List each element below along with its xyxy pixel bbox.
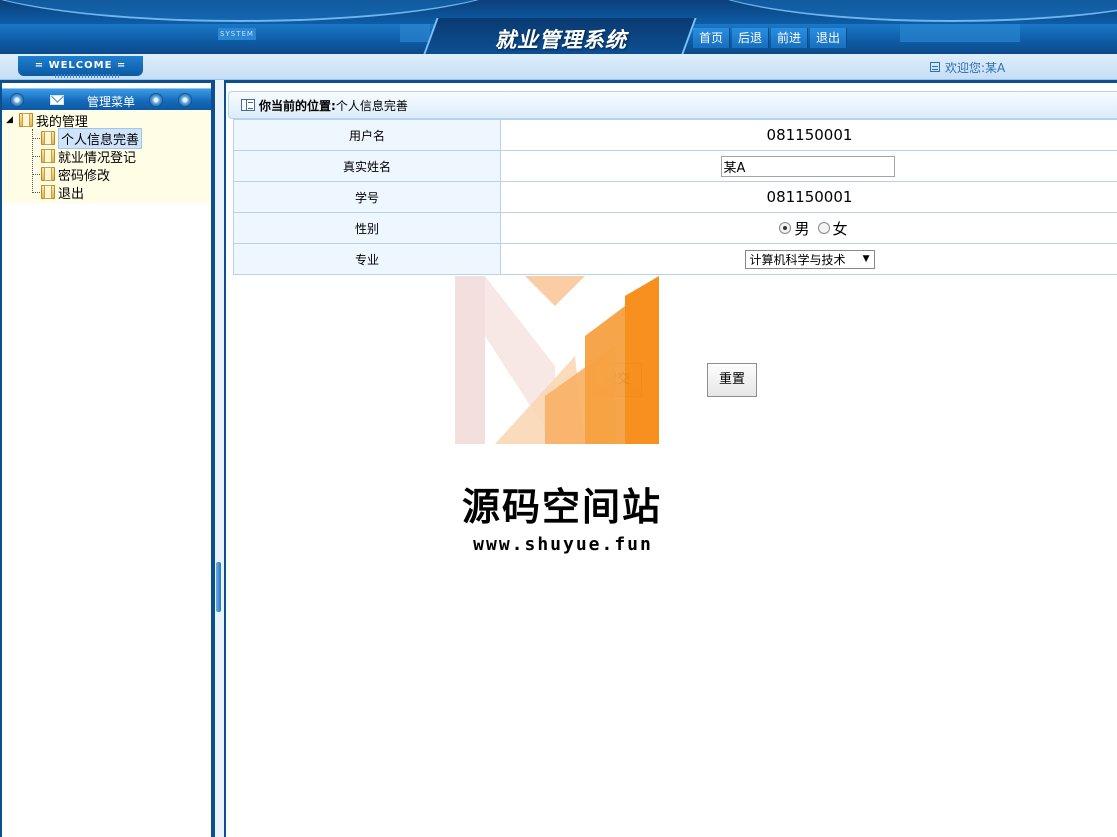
- realname-input[interactable]: [720, 155, 895, 177]
- menu-tree: ◢ 我的管理 个人信息完善 就业情况登记 密码修改 退出: [2, 111, 211, 203]
- gender-radio-group: 男 女: [771, 218, 848, 239]
- nav-forward-link[interactable]: 前进: [771, 28, 809, 48]
- knob-icon: [10, 93, 24, 107]
- sidebar-item-logout[interactable]: 退出: [41, 183, 85, 202]
- header-decoration: [400, 24, 430, 42]
- user-card-icon: [930, 62, 940, 72]
- knob-icon: [149, 93, 163, 107]
- folder-icon: [41, 131, 55, 145]
- field-label: 真实姓名: [233, 150, 501, 182]
- header-decoration: [690, 0, 1117, 22]
- username-value: 081150001: [500, 119, 1117, 151]
- nav-logout-link[interactable]: 退出: [810, 28, 848, 48]
- header-decoration: [900, 24, 1020, 42]
- reset-button[interactable]: 重置: [707, 363, 757, 397]
- nav-home-link[interactable]: 首页: [693, 28, 731, 48]
- sidebar-title: 管理菜单: [87, 95, 136, 109]
- knob-icon: [178, 93, 192, 107]
- app-title: 就业管理系统: [495, 28, 627, 52]
- gender-cell: 男 女: [500, 212, 1117, 244]
- sidebar-item-password[interactable]: 密码修改: [41, 165, 111, 184]
- sidebar-item-label: 密码修改: [58, 168, 111, 184]
- user-greeting: 欢迎您:某A: [930, 59, 1005, 75]
- field-label: 用户名: [233, 119, 501, 151]
- field-label: 性别: [233, 212, 501, 244]
- mail-icon: [50, 95, 64, 105]
- field-label: 专业: [233, 243, 501, 275]
- breadcrumb: 你当前的位置: 个人信息完善: [228, 91, 1117, 119]
- gender-male-label: 男: [794, 219, 810, 238]
- table-row: 真实姓名: [233, 150, 1117, 182]
- major-cell: 计算机科学与技术 ▼: [500, 243, 1117, 275]
- splitter-handle[interactable]: [216, 562, 221, 612]
- nav-back-link[interactable]: 后退: [732, 28, 770, 48]
- table-row: 学号 081150001: [233, 181, 1117, 213]
- tree-line: [32, 192, 40, 193]
- sidebar-item-label: 就业情况登记: [58, 150, 137, 166]
- tree-line: [32, 138, 40, 139]
- table-row: 专业 计算机科学与技术 ▼: [233, 243, 1117, 275]
- field-label: 学号: [233, 181, 501, 213]
- gender-female-label: 女: [832, 219, 848, 238]
- gender-female-radio[interactable]: [817, 222, 830, 234]
- folder-icon: [41, 167, 55, 181]
- tree-line: [32, 156, 40, 157]
- sidebar-splitter: [215, 80, 224, 837]
- sidebar-item-label: 个人信息完善: [58, 127, 143, 149]
- breadcrumb-value: 个人信息完善: [335, 98, 408, 113]
- app-header: SYSTEM 就业管理系统 首页 后退 前进 退出: [0, 0, 1117, 54]
- welcome-badge: = WELCOME =: [18, 56, 143, 76]
- folder-icon: [18, 113, 33, 127]
- major-select-value: 计算机科学与技术: [749, 252, 846, 267]
- user-greeting-text: 欢迎您:某A: [945, 60, 1006, 75]
- top-nav: 首页 后退 前进 退出: [693, 28, 849, 48]
- welcome-dots: [55, 74, 120, 78]
- sidebar-header: 管理菜单: [2, 88, 211, 110]
- breadcrumb-label: 你当前的位置:: [259, 98, 336, 113]
- sidebar: 管理菜单 ◢ 我的管理 个人信息完善 就业情况登记 密码修改 退出: [0, 80, 215, 837]
- folder-icon: [41, 149, 55, 163]
- dropdown-arrow-icon: ▼: [862, 254, 870, 264]
- major-select[interactable]: 计算机科学与技术 ▼: [744, 249, 875, 269]
- gender-male-radio[interactable]: [779, 222, 792, 234]
- table-row: 用户名 081150001: [233, 119, 1117, 151]
- sidebar-item-employment[interactable]: 就业情况登记: [41, 147, 137, 166]
- collapse-arrow-icon[interactable]: ◢: [6, 115, 13, 125]
- student-id-value: 081150001: [500, 181, 1117, 213]
- profile-form-table: 用户名 081150001 真实姓名 学号 081150001 性别 男 女: [233, 119, 1117, 275]
- sidebar-item-profile[interactable]: 个人信息完善: [41, 127, 143, 149]
- table-row: 性别 男 女: [233, 212, 1117, 244]
- document-icon: [241, 99, 255, 111]
- folder-icon: [41, 185, 55, 199]
- tree-root[interactable]: ◢ 我的管理: [6, 111, 88, 130]
- system-label: SYSTEM: [218, 28, 256, 40]
- submit-button[interactable]: 提交: [592, 363, 642, 397]
- sidebar-item-label: 退出: [58, 186, 85, 202]
- realname-cell: [500, 150, 1117, 182]
- main-content: 你当前的位置: 个人信息完善 用户名 081150001 真实姓名 学号 081…: [224, 80, 1117, 837]
- tree-line: [32, 174, 40, 175]
